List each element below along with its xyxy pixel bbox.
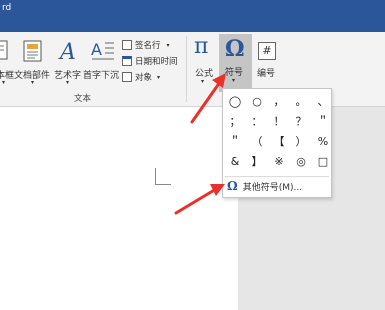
annotation-arrows xyxy=(174,73,226,215)
arrow-to-symbol-button xyxy=(190,73,226,124)
arrow-to-more-symbols xyxy=(174,184,225,215)
